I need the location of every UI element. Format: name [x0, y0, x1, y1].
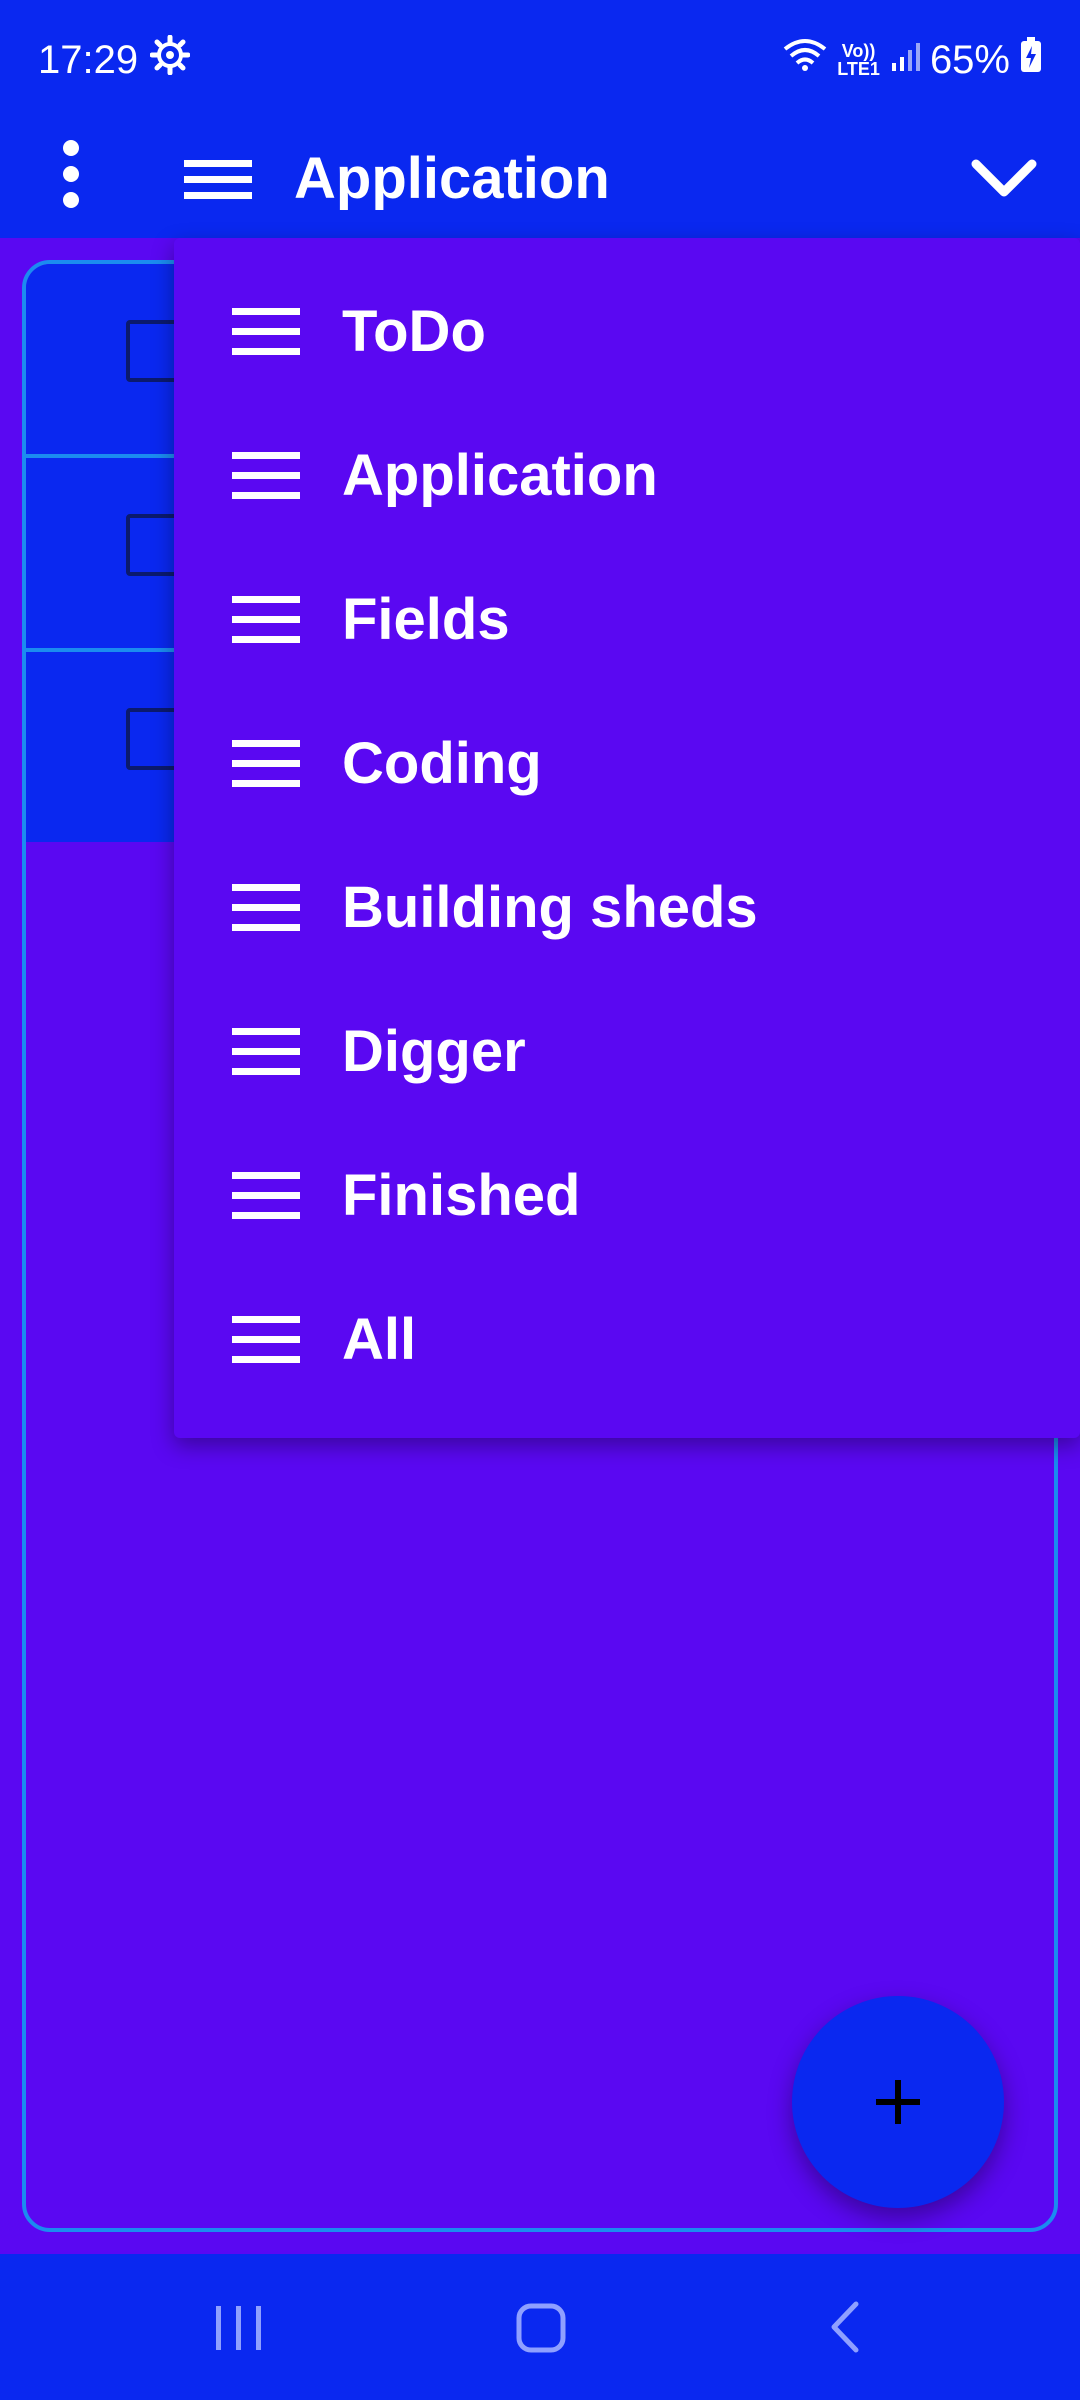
plus-icon [876, 2080, 920, 2124]
network-volte: Vo)) [841, 41, 876, 61]
list-selector-title[interactable]: Application [294, 132, 610, 226]
menu-item-label: Building sheds [342, 875, 758, 940]
menu-item-fields[interactable]: Fields [174, 548, 1080, 692]
list-icon [184, 138, 254, 218]
menu-item-label: Digger [342, 1019, 526, 1084]
back-icon [831, 2301, 859, 2353]
overflow-menu-button[interactable] [46, 130, 96, 226]
recents-button[interactable] [194, 2284, 284, 2370]
dropdown-toggle-button[interactable] [964, 138, 1044, 218]
menu-item-label: All [342, 1307, 417, 1372]
list-icon [232, 878, 302, 938]
status-right: Vo)) LTE1 65% [783, 37, 1042, 83]
screen: 17:29 Vo)) LTE1 65% Application ToDo App… [0, 0, 1080, 2400]
list-icon [232, 734, 302, 794]
list-icon [232, 1022, 302, 1082]
home-button[interactable] [495, 2284, 585, 2370]
menu-item-todo[interactable]: ToDo [174, 260, 1080, 404]
list-icon [232, 1310, 302, 1370]
network-lte: LTE1 [837, 59, 880, 79]
list-icon [232, 590, 302, 650]
app-bar: Application [0, 120, 1080, 238]
menu-item-label: Coding [342, 731, 542, 796]
signal-icon [890, 38, 920, 83]
menu-item-application[interactable]: Application [174, 404, 1080, 548]
chevron-down-icon [971, 159, 1037, 197]
wifi-icon [783, 37, 827, 83]
menu-item-digger[interactable]: Digger [174, 980, 1080, 1124]
menu-item-building-sheds[interactable]: Building sheds [174, 836, 1080, 980]
list-dropdown-menu: ToDo Application Fields Coding Building … [174, 238, 1080, 1438]
system-nav-bar [0, 2254, 1080, 2400]
list-icon [232, 1166, 302, 1226]
back-button[interactable] [800, 2284, 890, 2370]
settings-gear-icon [149, 34, 191, 85]
battery-percent: 65% [929, 37, 1010, 82]
menu-item-coding[interactable]: Coding [174, 692, 1080, 836]
overflow-menu-icon [63, 140, 79, 208]
menu-item-label: Fields [342, 587, 510, 652]
list-icon [232, 302, 302, 362]
menu-item-all[interactable]: All [174, 1268, 1080, 1412]
menu-item-finished[interactable]: Finished [174, 1124, 1080, 1268]
add-task-button[interactable] [792, 1996, 1004, 2208]
status-bar: 17:29 Vo)) LTE1 65% [0, 0, 1080, 120]
network-type: Vo)) LTE1 [837, 42, 880, 78]
menu-item-label: Finished [342, 1163, 581, 1228]
home-icon [516, 2303, 566, 2353]
menu-item-label: Application [342, 443, 658, 508]
battery-icon [1020, 37, 1042, 83]
list-icon [232, 446, 302, 506]
menu-item-label: ToDo [342, 299, 486, 364]
status-time: 17:29 [38, 37, 139, 82]
recents-icon [216, 2306, 261, 2350]
status-left: 17:29 [38, 34, 191, 85]
